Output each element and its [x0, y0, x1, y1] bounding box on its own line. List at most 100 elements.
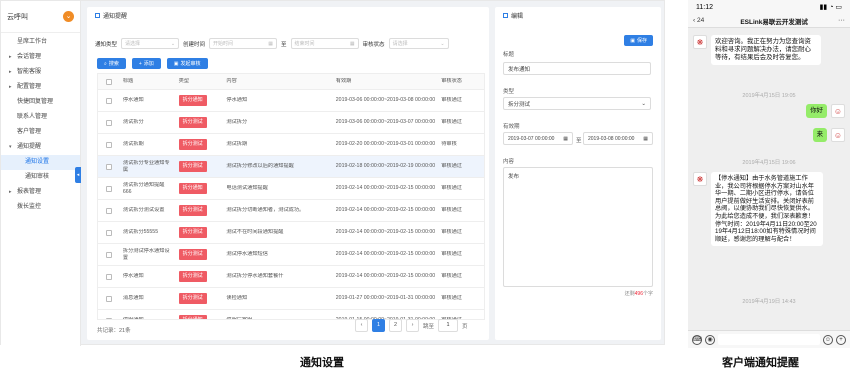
- table-row[interactable]: 测试拆分55555 拆分测试 测试不在时间段通知提醒 2019-02-14 00:00…: [98, 222, 484, 244]
- table-row[interactable]: 测试拆分通知提醒666 拆分通知 电话测试通知提醒 2019-02-14 00:00:…: [98, 178, 484, 200]
- next-page-button[interactable]: ›: [406, 319, 419, 332]
- cell-content: 测试停水通知短信: [226, 251, 268, 258]
- sidebar-item[interactable]: 联系人管理: [1, 110, 80, 125]
- page-1-button[interactable]: 1: [372, 319, 385, 332]
- admin-window: 云呼叫 ⌄ 呈席工作台 ▸ 会话管理 ▸ 智能客服 ▸ 配置管理 快捷回复管理联系人管理客户管…: [0, 0, 665, 346]
- sidebar-item-label: 联系人管理: [17, 114, 48, 120]
- table-row[interactable]: 停水通知 拆分测试 测试拆分停水通知套餐什 2019-02-14 00:00:00~2…: [98, 266, 484, 288]
- sidebar-item[interactable]: 客户管理: [1, 125, 80, 140]
- content-textarea[interactable]: 发布: [503, 167, 653, 287]
- cell-status: 审核通过: [441, 229, 462, 236]
- cell-status: 审核通过: [441, 119, 462, 126]
- keyboard-icon[interactable]: ⌨: [692, 334, 702, 345]
- row-checkbox[interactable]: [105, 207, 112, 214]
- sidebar-item[interactable]: ▾ 通知提醒: [1, 140, 80, 155]
- sidebar-item-label: 通知审核: [25, 174, 50, 180]
- more-icon[interactable]: ···: [838, 17, 845, 24]
- period-to-label: 至: [576, 138, 582, 144]
- row-checkbox-cell: [98, 229, 120, 236]
- save-icon: ▣: [630, 37, 635, 44]
- type-tag: 拆分测试: [178, 271, 207, 282]
- logo-avatar: ❋: [693, 172, 707, 186]
- add-button[interactable]: + 添加: [131, 58, 161, 69]
- row-checkbox[interactable]: [105, 141, 112, 148]
- char-counter: 还剩496个字: [625, 290, 653, 297]
- sidebar-item[interactable]: 快捷回复管理: [1, 95, 80, 110]
- table-row[interactable]: 测试拆分 拆分测试 测试拆分 2019-03-06 00:00:00~2019-03-…: [98, 112, 484, 134]
- type-select[interactable]: 拆分测试 ⌄: [503, 97, 651, 110]
- chevron-icon: ▾: [9, 144, 12, 150]
- panel-title: 通知提醒: [87, 7, 489, 23]
- cell-title: 停水通知: [122, 97, 144, 104]
- row-checkbox-cell: [98, 185, 120, 192]
- plus-icon[interactable]: +: [836, 334, 846, 345]
- cell-period: 2019-02-18 00:00:00~2019-02-19 00:00:00: [335, 163, 436, 170]
- start-date-input[interactable]: 开始时间 ▦: [209, 38, 278, 49]
- row-checkbox[interactable]: [105, 317, 112, 319]
- title-field[interactable]: 发布通知: [503, 62, 651, 75]
- cell-status: 审核通过: [441, 97, 462, 104]
- period-end-input[interactable]: 2019-03-08 00:00:00 ▦: [583, 132, 653, 145]
- type-field-label: 类型: [503, 89, 515, 95]
- sidebar-item[interactable]: ▸ 报表管理: [1, 185, 80, 200]
- back-button[interactable]: ‹ 24: [693, 17, 704, 24]
- action-buttons: ⌕ 搜索 + 添加 ▣ 发起审核: [97, 58, 208, 69]
- sidebar-item[interactable]: ▸ 会话管理: [1, 50, 80, 65]
- brand-name: 云呼叫: [7, 13, 28, 21]
- sidebar-item[interactable]: ▸ 智能客服: [1, 65, 80, 80]
- header-checkbox-cell: [98, 78, 120, 85]
- save-button[interactable]: ▣ 保存: [624, 35, 653, 46]
- prev-page-button[interactable]: ‹: [355, 319, 368, 332]
- search-button[interactable]: ⌕ 搜索: [97, 58, 126, 69]
- counter-suffix: 个字: [642, 291, 653, 297]
- type-tag: 拆分测试: [178, 161, 207, 172]
- sidebar-item-label: 通知设置: [25, 159, 50, 165]
- period-start-input[interactable]: 2019-03-07 00:00:00 ▦: [503, 132, 573, 145]
- submit-review-button[interactable]: ▣ 发起审核: [166, 58, 208, 69]
- row-checkbox[interactable]: [105, 163, 112, 170]
- collapse-sidebar-icon[interactable]: ◂: [75, 167, 81, 183]
- row-checkbox[interactable]: [105, 273, 112, 280]
- sidebar-item[interactable]: 通知审核: [1, 170, 80, 185]
- calendar-icon: ▦: [563, 135, 568, 142]
- type-tag: 拆分测试: [178, 139, 207, 150]
- sidebar-item[interactable]: 呈席工作台: [1, 35, 80, 50]
- brand-badge-icon[interactable]: ⌄: [63, 11, 74, 22]
- row-checkbox[interactable]: [105, 185, 112, 192]
- cell-title: 测试拆分通知提醒666: [122, 182, 165, 195]
- row-checkbox[interactable]: [105, 295, 112, 302]
- sidebar-item-label: 会话管理: [17, 54, 42, 60]
- table-row[interactable]: 拆分测试停水通知设置 拆分测试 测试停水通知短信 2019-02-14 00:00:0…: [98, 244, 484, 266]
- add-button-label: 添加: [143, 61, 154, 67]
- type-tag: 拆分测试: [178, 227, 207, 238]
- emoji-icon[interactable]: ☺: [823, 334, 833, 345]
- period-field-label: 有效期: [503, 124, 520, 130]
- goto-page-input[interactable]: 1: [438, 319, 459, 332]
- row-checkbox[interactable]: [105, 119, 112, 126]
- submit-review-label: 发起审核: [180, 61, 201, 67]
- voice-icon[interactable]: ◉: [705, 334, 715, 345]
- cell-period: 2019-03-06 00:00:00~2019-03-08 00:00:00: [335, 97, 436, 104]
- table-row[interactable]: 消息通知 拆分测试 读检通知 2019-01-27 00:00:00~2019-01-…: [98, 288, 484, 310]
- sidebar-item[interactable]: 拨长监控: [1, 200, 80, 215]
- sidebar-item[interactable]: 通知设置: [1, 155, 80, 170]
- message-input[interactable]: [718, 334, 820, 345]
- review-status-select[interactable]: 请选择 ⌄: [388, 38, 449, 49]
- select-all-checkbox[interactable]: [105, 78, 112, 85]
- table-row[interactable]: 测试拆分专业通知专属 拆分测试 测试拆分修改以后的通知提醒 2019-02-18 00…: [98, 156, 484, 178]
- cell-type: 拆分测试: [176, 249, 224, 260]
- row-checkbox[interactable]: [105, 229, 112, 236]
- table-row[interactable]: 停水通知 拆分通知 停水通知 2019-03-06 00:00:00~2019-03-…: [98, 90, 484, 112]
- chat-timestamp: 2019年4月19日 14:43: [742, 299, 796, 305]
- end-date-input[interactable]: 结束时间 ▦: [290, 38, 359, 49]
- edit-panel-title: 编辑: [495, 7, 661, 23]
- page-2-button[interactable]: 2: [389, 319, 402, 332]
- review-status-placeholder: 请选择: [392, 41, 408, 47]
- row-checkbox[interactable]: [105, 97, 112, 104]
- table-row[interactable]: 测试拆分测试设置 拆分测试 测试拆分切断通知者，测试成功。 2019-02-14 00…: [98, 200, 484, 222]
- table-row[interactable]: 测试拆期 拆分测试 测试拆期 2019-02-20 00:00:00~2019-03-…: [98, 134, 484, 156]
- type-filter-select[interactable]: 请选择 ⌄: [121, 38, 180, 49]
- sidebar-item[interactable]: ▸ 配置管理: [1, 80, 80, 95]
- clock: 11:12: [696, 3, 713, 11]
- row-checkbox[interactable]: [105, 251, 112, 258]
